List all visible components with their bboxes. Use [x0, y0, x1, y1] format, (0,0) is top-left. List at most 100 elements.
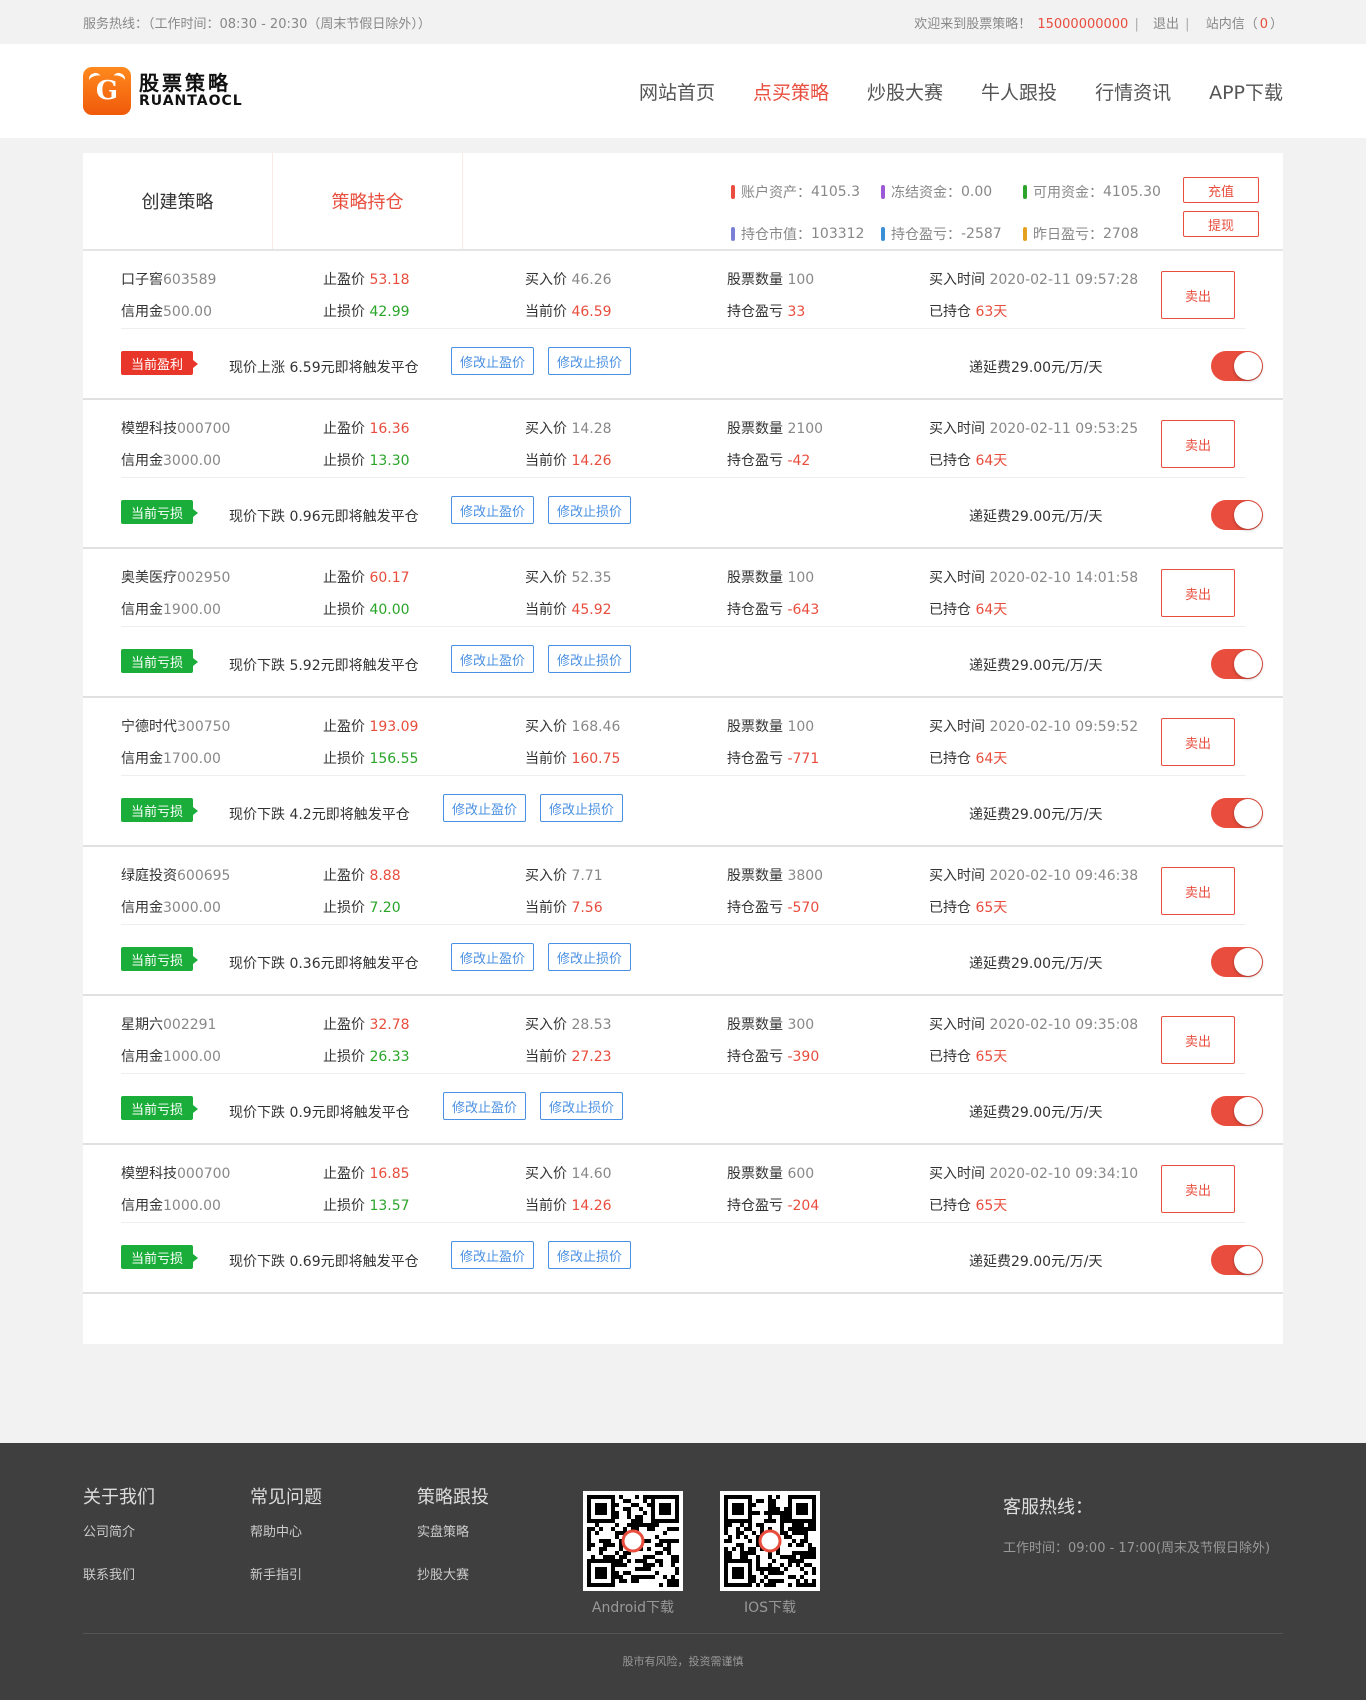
modify-stop-loss-button[interactable]: 修改止损价	[548, 645, 632, 673]
android-qr[interactable]: Android下载	[583, 1491, 683, 1617]
take-profit-price: 止盈价 16.36	[323, 421, 410, 437]
trigger-hint: 现价下跌 0.9元即将触发平仓	[229, 1105, 410, 1121]
site-header: G 股票策略 RUANTAOCL 网站首页 点买策略 炒股大赛 牛人跟投 行情资讯 APP…	[0, 44, 1366, 138]
stock-name: 模塑科技000700	[121, 1166, 231, 1182]
status-badge: 当前亏损	[121, 649, 199, 673]
current-price: 当前价 7.56	[525, 900, 603, 916]
current-price: 当前价 14.26	[525, 453, 612, 469]
modify-take-profit-button[interactable]: 修改止盈价	[451, 943, 535, 971]
footer-link-company[interactable]: 公司简介	[83, 1521, 155, 1540]
footer-link-guide[interactable]: 新手指引	[250, 1564, 322, 1583]
status-badge: 当前盈利	[121, 351, 199, 375]
position-pnl: 持仓盈亏 -771	[727, 751, 820, 767]
auto-defer-toggle[interactable]	[1211, 649, 1263, 679]
sell-button[interactable]: 卖出	[1161, 718, 1235, 766]
auto-defer-toggle[interactable]	[1211, 500, 1263, 530]
modify-take-profit-button[interactable]: 修改止盈价	[451, 496, 535, 524]
position-row: 模塑科技000700 信用金3000.00 止盈价 16.36 止损价 13.30 买入…	[83, 400, 1283, 549]
buy-price: 买入价 28.53	[525, 1017, 612, 1033]
status-badge: 当前亏损	[121, 500, 199, 524]
footer-link-help[interactable]: 帮助中心	[250, 1521, 322, 1540]
modify-take-profit-button[interactable]: 修改止盈价	[443, 1092, 527, 1120]
position-row: 宁德时代300750 信用金1700.00 止盈价 193.09 止损价 156.55…	[83, 698, 1283, 847]
qr-code-icon	[583, 1491, 683, 1591]
stock-quantity: 股票数量 2100	[727, 421, 824, 437]
nav-item-4[interactable]: 行情资讯	[1095, 78, 1171, 105]
credit-amount: 信用金1000.00	[121, 1198, 221, 1214]
buy-time: 买入时间 2020-02-11 09:57:28	[929, 272, 1139, 288]
buy-time: 买入时间 2020-02-11 09:53:25	[929, 421, 1139, 437]
sell-button[interactable]: 卖出	[1161, 867, 1235, 915]
held-days: 已持仓 65天	[929, 900, 1008, 916]
modify-take-profit-button[interactable]: 修改止盈价	[451, 1241, 535, 1269]
modify-stop-loss-button[interactable]: 修改止损价	[548, 347, 632, 375]
credit-amount: 信用金3000.00	[121, 453, 221, 469]
stock-name: 星期六002291	[121, 1017, 217, 1033]
current-price: 当前价 45.92	[525, 602, 612, 618]
footer-link-live[interactable]: 实盘策略	[417, 1521, 489, 1540]
stock-name: 奥美医疗002950	[121, 570, 231, 586]
logout-link[interactable]: 退出	[1153, 17, 1179, 32]
footer-col-follow: 策略跟投 实盘策略 抄股大赛	[417, 1487, 489, 1583]
position-row: 口子窖603589 信用金500.00 止盈价 53.18 止损价 42.99 买入价 …	[83, 251, 1283, 400]
footer-link-contest[interactable]: 抄股大赛	[417, 1564, 489, 1583]
auto-defer-toggle[interactable]	[1211, 1245, 1263, 1275]
stock-quantity: 股票数量 100	[727, 570, 815, 586]
position-row: 星期六002291 信用金1000.00 止盈价 32.78 止损价 26.33 买入价…	[83, 996, 1283, 1145]
main-nav: 网站首页 点买策略 炒股大赛 牛人跟投 行情资讯 APP下载	[601, 78, 1283, 105]
position-row: 奥美医疗002950 信用金1900.00 止盈价 60.17 止损价 40.00 买入…	[83, 549, 1283, 698]
bull-logo-icon: G	[83, 67, 131, 115]
sell-button[interactable]: 卖出	[1161, 271, 1235, 319]
ios-qr[interactable]: IOS下载	[720, 1491, 820, 1617]
account-stat: 账户资产： 4105.3	[731, 177, 881, 207]
auto-defer-toggle[interactable]	[1211, 947, 1263, 977]
tab-strategy-positions[interactable]: 策略持仓	[273, 153, 463, 249]
auto-defer-toggle[interactable]	[1211, 798, 1263, 828]
sell-button[interactable]: 卖出	[1161, 1165, 1235, 1213]
credit-amount: 信用金1900.00	[121, 602, 221, 618]
held-days: 已持仓 64天	[929, 751, 1008, 767]
nav-item-5[interactable]: APP下载	[1209, 78, 1283, 105]
footer-link-contact[interactable]: 联系我们	[83, 1564, 155, 1583]
modify-stop-loss-button[interactable]: 修改止损价	[540, 794, 624, 822]
site-logo[interactable]: G 股票策略 RUANTAOCL	[83, 67, 243, 115]
modify-take-profit-button[interactable]: 修改止盈价	[451, 347, 535, 375]
take-profit-price: 止盈价 60.17	[323, 570, 410, 586]
take-profit-price: 止盈价 8.88	[323, 868, 401, 884]
modify-take-profit-button[interactable]: 修改止盈价	[443, 794, 527, 822]
nav-item-2[interactable]: 炒股大赛	[867, 78, 943, 105]
modify-stop-loss-button[interactable]: 修改止损价	[548, 1241, 632, 1269]
held-days: 已持仓 65天	[929, 1198, 1008, 1214]
messages-link[interactable]: 站内信（ 0）	[1204, 17, 1283, 32]
position-row: 绿庭投资600695 信用金3000.00 止盈价 8.88 止损价 7.20 买入价 …	[83, 847, 1283, 996]
nav-item-1[interactable]: 点买策略	[753, 78, 829, 105]
stock-quantity: 股票数量 3800	[727, 868, 824, 884]
modify-stop-loss-button[interactable]: 修改止损价	[548, 496, 632, 524]
take-profit-price: 止盈价 53.18	[323, 272, 410, 288]
auto-defer-toggle[interactable]	[1211, 1096, 1263, 1126]
user-phone[interactable]: 15000000000	[1037, 17, 1128, 32]
take-profit-price: 止盈价 193.09	[323, 719, 419, 735]
position-row: 模塑科技000700 信用金1000.00 止盈价 16.85 止损价 13.57 买入…	[83, 1145, 1283, 1294]
risk-notice: 股市有风险，投资需谨慎	[622, 1655, 744, 1668]
nav-item-3[interactable]: 牛人跟投	[981, 78, 1057, 105]
sell-button[interactable]: 卖出	[1161, 1016, 1235, 1064]
recharge-button[interactable]: 充值	[1183, 177, 1259, 203]
modify-stop-loss-button[interactable]: 修改止损价	[548, 943, 632, 971]
tab-create-strategy[interactable]: 创建策略	[83, 153, 273, 249]
withdraw-button[interactable]: 提现	[1183, 211, 1259, 237]
footer-col-faq: 常见问题 帮助中心 新手指引	[250, 1487, 322, 1583]
sell-button[interactable]: 卖出	[1161, 569, 1235, 617]
deferral-fee: 递延费29.00元/万/天	[969, 658, 1103, 674]
position-pnl: 持仓盈亏 -42	[727, 453, 811, 469]
nav-item-0[interactable]: 网站首页	[639, 78, 715, 105]
auto-defer-toggle[interactable]	[1211, 351, 1263, 381]
position-pnl: 持仓盈亏 -570	[727, 900, 820, 916]
sell-button[interactable]: 卖出	[1161, 420, 1235, 468]
modify-stop-loss-button[interactable]: 修改止损价	[540, 1092, 624, 1120]
panel-header: 创建策略 策略持仓 账户资产： 4105.3 冻结资金： 0.00 可用资金： 4105.…	[83, 153, 1283, 251]
welcome-text: 欢迎来到股票策略！	[914, 16, 1032, 32]
current-price: 当前价 160.75	[525, 751, 621, 767]
modify-take-profit-button[interactable]: 修改止盈价	[451, 645, 535, 673]
status-badge: 当前亏损	[121, 947, 199, 971]
